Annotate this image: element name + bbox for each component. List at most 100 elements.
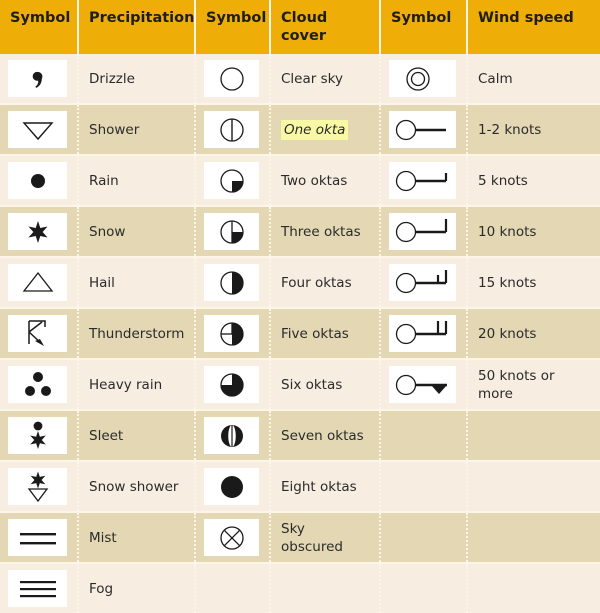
calm-double-circle-symbol bbox=[389, 60, 456, 98]
cloud-cover-label: Five oktas bbox=[281, 325, 349, 342]
column-header-cloud-symbol: Symbol bbox=[195, 0, 271, 55]
thunderstorm-k-arrow-symbol bbox=[8, 315, 67, 353]
precipitation-label: Fog bbox=[89, 580, 114, 597]
wind-speed-label-cell: 15 knots bbox=[467, 257, 600, 310]
precipitation-label: Snow shower bbox=[89, 478, 179, 495]
wind-speed-symbol-cell bbox=[380, 104, 468, 157]
three-oktas-circle-symbol bbox=[204, 213, 259, 251]
wind-speed-label: 1-2 knots bbox=[478, 121, 542, 138]
precipitation-label: Mist bbox=[89, 529, 117, 546]
cloud-cover-symbol-cell bbox=[195, 461, 271, 514]
wind-barb-half-barb-symbol bbox=[389, 162, 456, 200]
precipitation-label-cell: Drizzle bbox=[78, 54, 196, 106]
cloud-cover-symbol-cell bbox=[195, 206, 271, 259]
sky-obscured-crossed-circle-symbol bbox=[204, 519, 259, 557]
cloud-cover-label: Eight oktas bbox=[281, 478, 357, 495]
table-row: Drizzle Clear sky Calm bbox=[0, 54, 600, 106]
precipitation-label: Snow bbox=[89, 223, 126, 240]
cloud-cover-label-cell: Six oktas bbox=[270, 359, 381, 412]
precipitation-symbol-cell bbox=[0, 410, 79, 463]
precipitation-label-cell: Fog bbox=[78, 563, 196, 613]
precipitation-symbol-cell bbox=[0, 155, 79, 208]
wind-speed-label-cell bbox=[467, 512, 600, 565]
wind-speed-label-cell bbox=[467, 563, 600, 613]
precipitation-label-cell: Thunderstorm bbox=[78, 308, 196, 361]
wind-speed-label: 20 knots bbox=[478, 325, 537, 342]
wind-speed-symbol-cell bbox=[380, 155, 468, 208]
cloud-cover-symbol-cell bbox=[195, 54, 271, 106]
cloud-cover-label: Clear sky bbox=[281, 70, 343, 87]
wind-speed-symbol-cell bbox=[380, 54, 468, 106]
cloud-cover-label-cell: Clear sky bbox=[270, 54, 381, 106]
cloud-cover-label-cell: Sky obscured bbox=[270, 512, 381, 565]
table-row: Heavy rain Six oktas 50 knots or more bbox=[0, 359, 600, 412]
wind-speed-symbol-cell bbox=[380, 206, 468, 259]
wind-speed-label-cell: 1-2 knots bbox=[467, 104, 600, 157]
cloud-cover-label-cell: Two oktas bbox=[270, 155, 381, 208]
cloud-cover-symbol-cell bbox=[195, 308, 271, 361]
mist-two-lines-symbol bbox=[8, 519, 67, 557]
six-oktas-circle-symbol bbox=[204, 366, 259, 404]
precipitation-symbol-cell bbox=[0, 257, 79, 310]
clear-sky-empty-circle-symbol bbox=[204, 60, 259, 98]
column-header-wind-speed: Wind speed bbox=[467, 0, 600, 55]
precipitation-label-cell: Shower bbox=[78, 104, 196, 157]
cloud-cover-label: Two oktas bbox=[281, 172, 348, 189]
cloud-cover-label: Sky obscured bbox=[281, 520, 343, 555]
cloud-cover-label: Four oktas bbox=[281, 274, 352, 291]
hail-open-triangle-up-symbol bbox=[8, 264, 67, 302]
precipitation-label: Shower bbox=[89, 121, 140, 138]
wind-speed-symbol-cell-empty bbox=[380, 461, 468, 514]
cloud-cover-label: Three oktas bbox=[281, 223, 361, 240]
wind-speed-empty bbox=[381, 570, 466, 607]
table-row: Fog bbox=[0, 563, 600, 613]
cloud-cover-empty bbox=[196, 570, 269, 607]
weather-symbols-table: Symbol Precipitation Symbol Cloud cover … bbox=[0, 0, 600, 613]
wind-barb-plain-shaft-symbol bbox=[389, 111, 456, 149]
wind-speed-label-cell: 10 knots bbox=[467, 206, 600, 259]
precipitation-label-cell: Snow shower bbox=[78, 461, 196, 514]
cloud-cover-symbol-cell bbox=[195, 104, 271, 157]
five-oktas-circle-symbol bbox=[204, 315, 259, 353]
four-oktas-half-filled-circle-symbol bbox=[204, 264, 259, 302]
wind-speed-symbol-cell-empty bbox=[380, 512, 468, 565]
precipitation-label: Drizzle bbox=[89, 70, 135, 87]
table-row: Snow Three oktas 10 knots bbox=[0, 206, 600, 259]
column-header-cloud-cover: Cloud cover bbox=[270, 0, 381, 55]
precipitation-label: Heavy rain bbox=[89, 376, 163, 393]
precipitation-label-cell: Snow bbox=[78, 206, 196, 259]
table-row: Sleet Seven oktas bbox=[0, 410, 600, 463]
precipitation-symbol-cell bbox=[0, 54, 79, 106]
cloud-cover-symbol-cell bbox=[195, 257, 271, 310]
seven-oktas-circle-symbol bbox=[204, 417, 259, 455]
cloud-cover-symbol-cell bbox=[195, 359, 271, 412]
two-oktas-quarter-filled-circle-symbol bbox=[204, 162, 259, 200]
precipitation-symbol-cell bbox=[0, 308, 79, 361]
column-header-wind-symbol: Symbol bbox=[380, 0, 468, 55]
cloud-cover-label-cell: One okta bbox=[270, 104, 381, 157]
wind-speed-symbol-cell bbox=[380, 359, 468, 412]
shower-open-triangle-symbol bbox=[8, 111, 67, 149]
wind-speed-symbol-cell-empty bbox=[380, 410, 468, 463]
drizzle-comma-symbol bbox=[8, 60, 67, 98]
heavy-rain-three-dots-symbol bbox=[8, 366, 67, 404]
wind-speed-empty bbox=[381, 417, 466, 454]
snow-six-point-star-symbol bbox=[8, 213, 67, 251]
cloud-cover-symbol-cell-empty bbox=[195, 563, 271, 613]
cloud-cover-label: One okta bbox=[281, 119, 349, 140]
wind-speed-label-cell: Calm bbox=[467, 54, 600, 106]
precipitation-label: Hail bbox=[89, 274, 115, 291]
wind-speed-label: 15 knots bbox=[478, 274, 537, 291]
table-row: Rain Two oktas 5 knots bbox=[0, 155, 600, 208]
cloud-cover-symbol-cell bbox=[195, 512, 271, 565]
precipitation-label-cell: Sleet bbox=[78, 410, 196, 463]
column-header-precipitation-symbol: Symbol bbox=[0, 0, 79, 55]
one-okta-vertical-line-circle-symbol bbox=[204, 111, 259, 149]
wind-barb-two-full-barbs-symbol bbox=[389, 315, 456, 353]
wind-speed-empty bbox=[381, 468, 466, 505]
column-header-precipitation: Precipitation bbox=[78, 0, 196, 55]
precipitation-label: Thunderstorm bbox=[89, 325, 185, 342]
wind-speed-label: 5 knots bbox=[478, 172, 528, 189]
wind-speed-label: 10 knots bbox=[478, 223, 537, 240]
precipitation-label-cell: Hail bbox=[78, 257, 196, 310]
